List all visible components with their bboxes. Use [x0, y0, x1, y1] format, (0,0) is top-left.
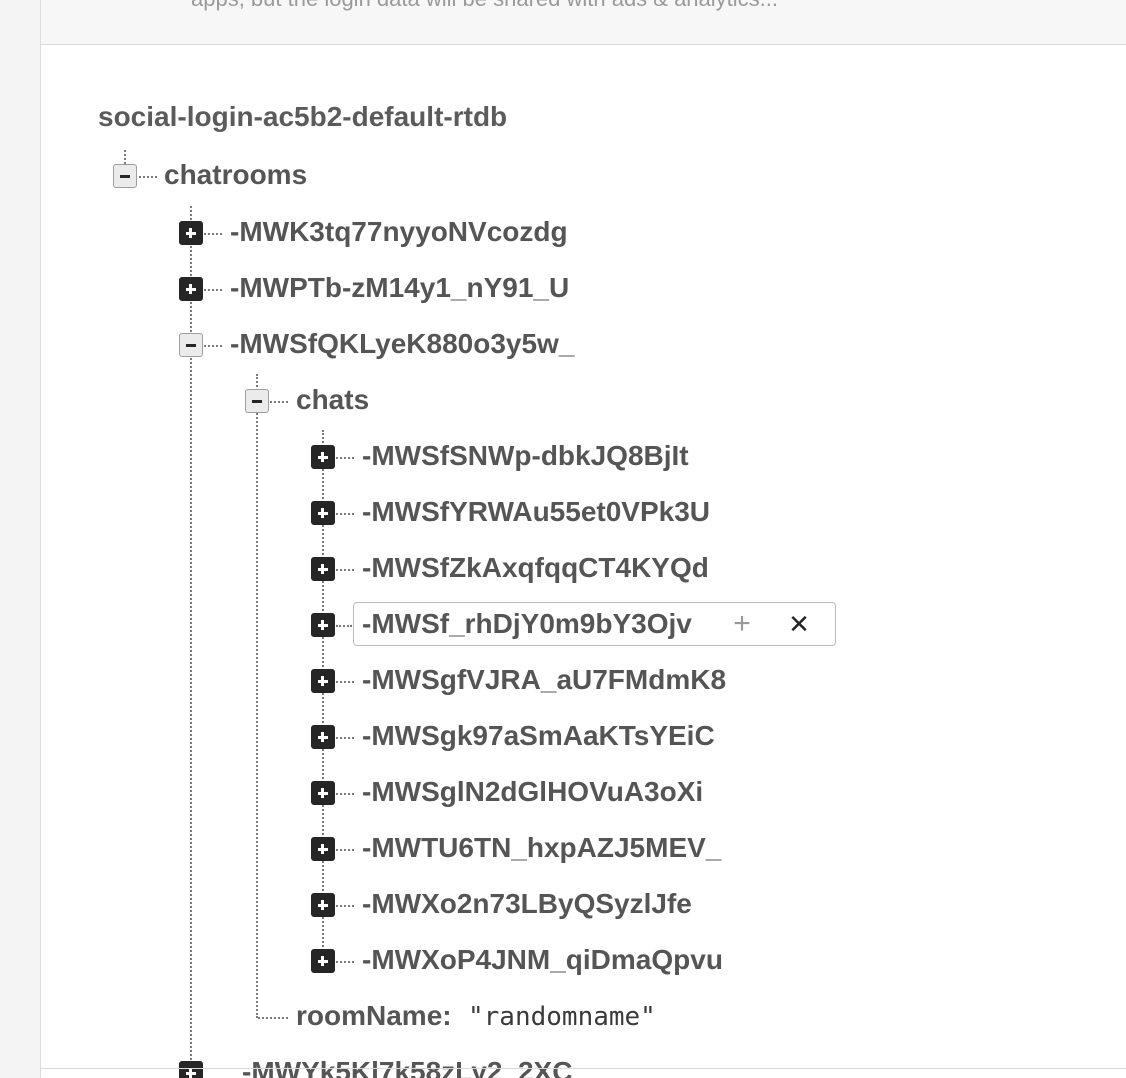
expand-chat-icon[interactable] — [311, 949, 335, 973]
node-chats[interactable]: chats — [296, 383, 369, 417]
node-chat[interactable]: -MWSfZkAxqfqqCT4KYQd — [362, 551, 709, 585]
node-chat[interactable]: -MWSfYRWAu55et0VPk3U — [362, 495, 710, 529]
node-chat[interactable]: -MWSfSNWp-dbkJQ8BjIt — [362, 439, 689, 473]
tree-line — [336, 737, 354, 739]
tree-line — [204, 289, 222, 291]
tree-line — [336, 681, 354, 683]
database-root-name[interactable]: social-login-ac5b2-default-rtdb — [98, 101, 507, 133]
node-chat[interactable]: -MWSf_rhDjY0m9bY3Ojv — [362, 607, 692, 641]
node-chat[interactable]: -MWTU6TN_hxpAZJ5MEV_ — [362, 831, 721, 865]
tree-line — [336, 569, 354, 571]
node-room[interactable]: -MWSfQKLyeK880o3y5w_ — [230, 327, 574, 361]
tree-line — [204, 233, 222, 235]
left-gutter — [0, 0, 41, 1078]
collapse-room-icon[interactable] — [179, 333, 203, 357]
tree-line — [336, 961, 354, 963]
tree-line — [139, 176, 157, 178]
tree-line — [336, 793, 354, 795]
close-icon[interactable]: ✕ — [782, 607, 816, 641]
plus-icon[interactable]: + — [725, 607, 759, 641]
node-roomname-key[interactable]: roomName: — [296, 999, 452, 1033]
expand-chat-icon[interactable] — [311, 445, 335, 469]
expand-room-icon[interactable] — [179, 221, 203, 245]
info-banner: apps, but the login data will be shared … — [41, 0, 1126, 45]
expand-room-icon[interactable] — [179, 1061, 203, 1078]
tree-line — [256, 374, 258, 1018]
tree-line — [336, 513, 354, 515]
tree-line — [336, 457, 354, 459]
tree-line — [270, 401, 288, 403]
firebase-console-page: apps, but the login data will be shared … — [0, 0, 1126, 1078]
tree-line — [336, 905, 354, 907]
node-chat[interactable]: -MWXoP4JNM_qiDmaQpvu — [362, 943, 723, 977]
tree-line — [336, 849, 354, 851]
node-room[interactable]: -MWYk5Kl7k58zLy2_2XC — [242, 1055, 572, 1078]
node-roomname-value[interactable]: "randomname" — [468, 1000, 656, 1034]
tree-line — [124, 150, 126, 164]
expand-chat-icon[interactable] — [311, 501, 335, 525]
panel-bottom-border — [41, 1068, 1126, 1069]
expand-room-icon[interactable] — [179, 277, 203, 301]
collapse-chats-icon[interactable] — [245, 389, 269, 413]
info-banner-text: apps, but the login data will be shared … — [191, 0, 778, 12]
node-room[interactable]: -MWK3tq77nyyoNVcozdg — [230, 215, 568, 249]
tree-line — [258, 1017, 288, 1019]
tree-line — [336, 625, 352, 627]
expand-chat-icon[interactable] — [311, 837, 335, 861]
tree-line — [204, 345, 222, 347]
node-chat[interactable]: -MWSglN2dGlHOVuA3oXi — [362, 775, 703, 809]
collapse-chatrooms-icon[interactable] — [113, 164, 137, 188]
node-chat[interactable]: -MWXo2n73LByQSyzlJfe — [362, 887, 692, 921]
expand-chat-icon[interactable] — [311, 893, 335, 917]
expand-chat-icon[interactable] — [311, 613, 335, 637]
expand-chat-icon[interactable] — [311, 557, 335, 581]
node-chat[interactable]: -MWSgfVJRA_aU7FMdmK8 — [362, 663, 726, 697]
expand-chat-icon[interactable] — [311, 725, 335, 749]
node-room[interactable]: -MWPTb-zM14y1_nY91_U — [230, 271, 569, 305]
node-chatrooms[interactable]: chatrooms — [164, 158, 307, 192]
node-chat[interactable]: -MWSgk97aSmAaKTsYEiC — [362, 719, 715, 753]
expand-chat-icon[interactable] — [311, 781, 335, 805]
expand-chat-icon[interactable] — [311, 669, 335, 693]
